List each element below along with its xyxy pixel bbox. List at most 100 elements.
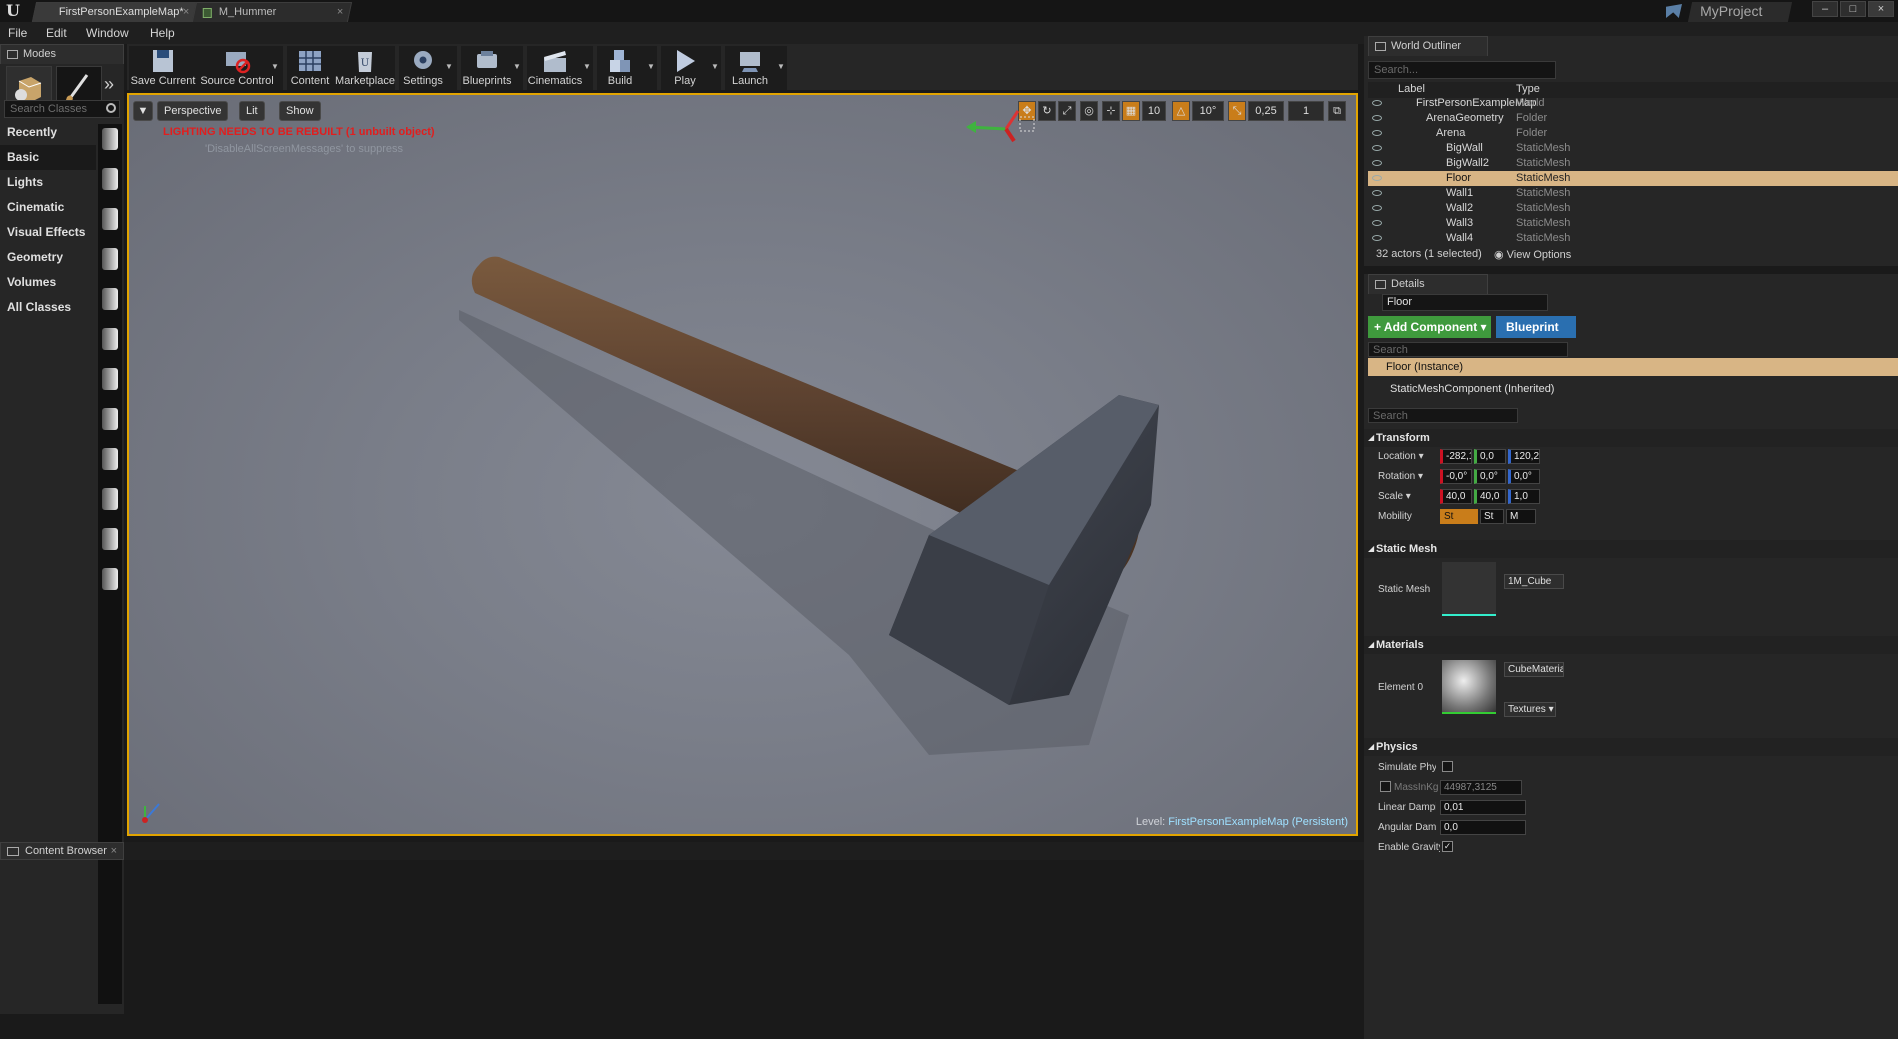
- expand-modes-icon[interactable]: »: [104, 74, 114, 95]
- chevron-down-icon[interactable]: ▼: [271, 62, 279, 71]
- source-control-button[interactable]: Source Control: [197, 46, 277, 90]
- eye-icon[interactable]: [1372, 205, 1382, 211]
- menu-file[interactable]: File: [8, 26, 27, 40]
- maximize-button[interactable]: □: [1840, 1, 1866, 17]
- content-button[interactable]: Content: [287, 46, 333, 90]
- cinematics-button[interactable]: Cinematics: [527, 46, 583, 90]
- tab-m-hummer[interactable]: M_Hummer ×: [191, 2, 353, 22]
- static-mesh-dropdown[interactable]: 1M_Cube: [1504, 574, 1564, 589]
- level-viewport[interactable]: ▼ Perspective Lit Show LIGHTING NEEDS TO…: [127, 93, 1358, 836]
- mobility-static[interactable]: St: [1440, 509, 1478, 524]
- component-row[interactable]: StaticMeshComponent (Inherited): [1368, 380, 1898, 398]
- component-search-input[interactable]: Search: [1368, 342, 1568, 357]
- mass-override-checkbox[interactable]: [1380, 781, 1391, 792]
- chevron-down-icon[interactable]: ▼: [513, 62, 521, 71]
- chevron-down-icon[interactable]: ▼: [583, 62, 591, 71]
- world-outliner-tab[interactable]: World Outliner: [1368, 36, 1488, 56]
- materials-section[interactable]: ◢ Materials: [1364, 636, 1898, 654]
- add-component-button[interactable]: + Add Component ▾: [1368, 316, 1491, 338]
- outliner-search-input[interactable]: Search...: [1368, 61, 1556, 79]
- feedback-icon[interactable]: [1666, 4, 1682, 18]
- static-mesh-thumbnail[interactable]: [1442, 562, 1496, 616]
- close-window-button[interactable]: ×: [1868, 1, 1894, 17]
- modes-tab[interactable]: Modes: [0, 44, 124, 64]
- column-label[interactable]: Label: [1398, 83, 1425, 95]
- eye-icon[interactable]: [1372, 220, 1382, 226]
- outliner-row[interactable]: Wall4 StaticMesh: [1368, 231, 1898, 246]
- class-item[interactable]: [102, 368, 118, 390]
- marketplace-button[interactable]: U Marketplace: [335, 46, 395, 90]
- category-all-classes[interactable]: All Classes: [0, 295, 96, 320]
- outliner-row[interactable]: Wall2 StaticMesh: [1368, 201, 1898, 216]
- close-icon[interactable]: ×: [336, 3, 342, 22]
- rotation-label[interactable]: Rotation ▾: [1378, 471, 1423, 482]
- class-item[interactable]: [102, 408, 118, 430]
- menu-window[interactable]: Window: [86, 26, 129, 40]
- details-tab[interactable]: Details: [1368, 274, 1488, 294]
- outliner-row[interactable]: BigWall StaticMesh: [1368, 141, 1898, 156]
- chevron-down-icon[interactable]: ▼: [777, 62, 785, 71]
- material-thumbnail[interactable]: [1442, 660, 1496, 714]
- location-x[interactable]: -282,1: [1440, 449, 1472, 464]
- minimize-button[interactable]: –: [1812, 1, 1838, 17]
- eye-icon[interactable]: [1372, 190, 1382, 196]
- class-item[interactable]: [102, 208, 118, 230]
- scale-label[interactable]: Scale ▾: [1378, 491, 1411, 502]
- class-item[interactable]: [102, 288, 118, 310]
- outliner-row[interactable]: Wall3 StaticMesh: [1368, 216, 1898, 231]
- category-volumes[interactable]: Volumes: [0, 270, 96, 295]
- close-icon[interactable]: ×: [111, 843, 117, 859]
- class-item[interactable]: [102, 448, 118, 470]
- outliner-row[interactable]: Arena Folder: [1368, 126, 1898, 141]
- static-mesh-section[interactable]: ◢ Static Mesh: [1364, 540, 1898, 558]
- class-item[interactable]: [102, 248, 118, 270]
- scale-y[interactable]: 40,0: [1474, 489, 1506, 504]
- angular-damping-input[interactable]: 0,0: [1440, 820, 1526, 835]
- mobility-movable[interactable]: M: [1506, 509, 1536, 524]
- chevron-down-icon[interactable]: ▼: [711, 62, 719, 71]
- category-basic[interactable]: Basic: [0, 145, 96, 170]
- tab-first-person-map[interactable]: FirstPersonExampleMap* ×: [31, 2, 199, 22]
- mass-input[interactable]: 44987,3125: [1440, 780, 1522, 795]
- physics-section[interactable]: ◢ Physics: [1364, 738, 1898, 756]
- rotation-x[interactable]: -0,0°: [1440, 469, 1472, 484]
- blueprint-button[interactable]: Blueprint: [1496, 316, 1576, 338]
- location-y[interactable]: 0,0: [1474, 449, 1506, 464]
- enable-gravity-checkbox[interactable]: ✓: [1442, 841, 1453, 852]
- rotation-y[interactable]: 0,0°: [1474, 469, 1506, 484]
- eye-icon[interactable]: [1372, 145, 1382, 151]
- view-options-button[interactable]: ◉ View Options: [1494, 248, 1571, 261]
- column-type[interactable]: Type: [1516, 83, 1540, 95]
- scale-z[interactable]: 1,0: [1508, 489, 1540, 504]
- class-item[interactable]: [102, 128, 118, 150]
- transform-section[interactable]: ◢ Transform: [1364, 429, 1898, 447]
- chevron-down-icon[interactable]: ▼: [445, 62, 453, 71]
- class-item[interactable]: [102, 328, 118, 350]
- location-label[interactable]: Location ▾: [1378, 451, 1424, 462]
- category-geometry[interactable]: Geometry: [0, 245, 96, 270]
- outliner-row[interactable]: BigWall2 StaticMesh: [1368, 156, 1898, 171]
- play-button[interactable]: Play: [661, 46, 709, 90]
- blueprints-button[interactable]: Blueprints: [461, 46, 513, 90]
- outliner-row[interactable]: FirstPersonExampleMap World: [1368, 96, 1898, 111]
- eye-icon[interactable]: [1372, 160, 1382, 166]
- eye-icon[interactable]: [1372, 175, 1382, 181]
- chevron-down-icon[interactable]: ▼: [647, 62, 655, 71]
- class-item[interactable]: [102, 168, 118, 190]
- eye-icon[interactable]: [1372, 115, 1382, 121]
- outliner-row-selected[interactable]: Floor StaticMesh: [1368, 171, 1898, 186]
- category-lights[interactable]: Lights: [0, 170, 96, 195]
- class-item[interactable]: [102, 568, 118, 590]
- linear-damping-input[interactable]: 0,01: [1440, 800, 1526, 815]
- search-classes-input[interactable]: Search Classes: [4, 100, 120, 118]
- eye-icon[interactable]: [1372, 235, 1382, 241]
- rotation-z[interactable]: 0,0°: [1508, 469, 1540, 484]
- component-row-selected[interactable]: Floor (Instance): [1368, 358, 1898, 376]
- scale-x[interactable]: 40,0: [1440, 489, 1472, 504]
- menu-edit[interactable]: Edit: [46, 26, 67, 40]
- menu-help[interactable]: Help: [150, 26, 175, 40]
- category-visual-effects[interactable]: Visual Effects: [0, 220, 96, 245]
- launch-button[interactable]: Launch: [725, 46, 775, 90]
- class-item[interactable]: [102, 488, 118, 510]
- outliner-row[interactable]: ArenaGeometry Folder: [1368, 111, 1898, 126]
